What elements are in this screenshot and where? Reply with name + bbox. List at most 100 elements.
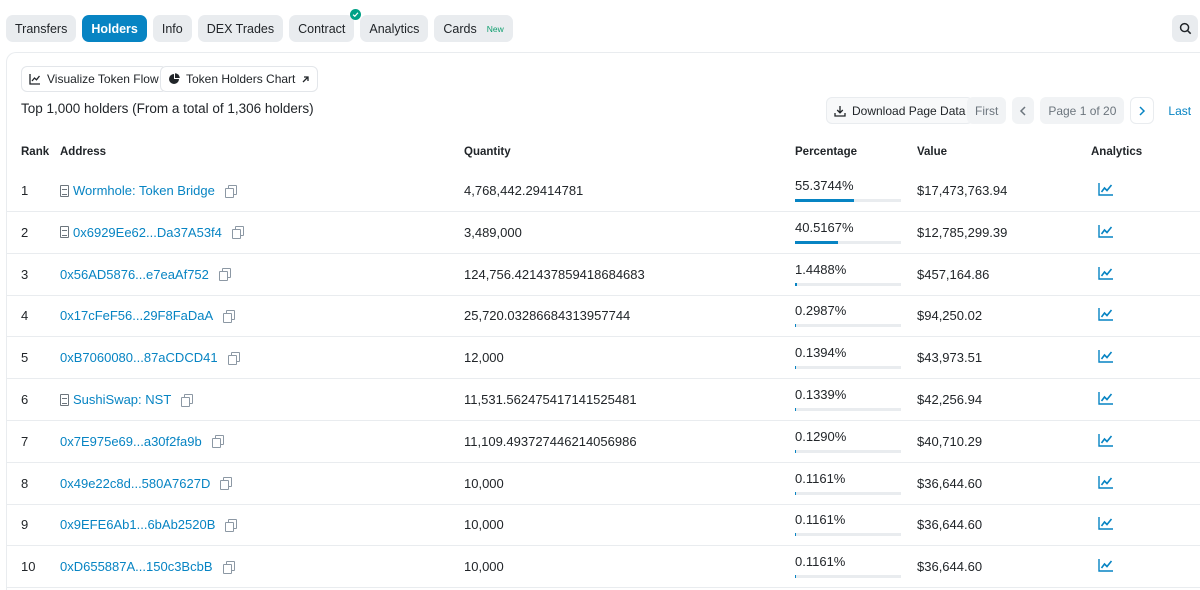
- rank-cell: 3: [21, 266, 29, 282]
- analytics-chart-icon: [1098, 475, 1113, 489]
- tab-transfers[interactable]: Transfers: [6, 15, 77, 42]
- copy-icon[interactable]: [218, 268, 231, 282]
- address-link[interactable]: 0x56AD5876...e7eaAf752: [60, 267, 231, 282]
- column-header-quantity: Quantity: [464, 146, 511, 158]
- column-header-value: Value: [917, 146, 948, 158]
- copy-icon[interactable]: [223, 309, 236, 323]
- address-link[interactable]: 0x49e22c8d...580A7627D: [60, 475, 233, 491]
- address-link[interactable]: SushiSwap: NST: [60, 392, 194, 407]
- tab-label: Info: [161, 21, 183, 36]
- address-text: 0xB7060080...87aCDCD41: [60, 350, 218, 366]
- quantity-cell: 10,000: [464, 559, 504, 575]
- value-cell: $43,973.51: [917, 350, 983, 366]
- address-link[interactable]: 0x6929Ee62...Da37A53f4: [60, 224, 244, 240]
- address-link[interactable]: 0xD655887A...150c3BcbB: [60, 559, 235, 575]
- line-chart-icon: [29, 74, 41, 85]
- tab-analytics[interactable]: Analytics: [360, 15, 429, 42]
- percentage-cell: 0.1161%: [795, 554, 846, 570]
- analytics-button[interactable]: [1098, 516, 1114, 533]
- copy-icon[interactable]: [231, 226, 244, 240]
- address-text: 0xD655887A...150c3BcbB: [60, 559, 213, 575]
- visualize-label: Visualize Token Flow: [47, 72, 159, 86]
- quantity-cell: 3,489,000: [464, 224, 522, 240]
- analytics-button[interactable]: [1098, 433, 1114, 450]
- analytics-chart-icon: [1098, 433, 1113, 447]
- page-indicator: Page 1 of 20: [1040, 97, 1125, 124]
- analytics-button[interactable]: [1098, 224, 1114, 241]
- copy-icon[interactable]: [181, 393, 194, 407]
- address-text: 0x49e22c8d...580A7627D: [60, 475, 211, 491]
- percentage-bar: [795, 449, 901, 453]
- value-cell: $12,785,299.39: [917, 224, 1008, 240]
- prev-page-button[interactable]: [1012, 97, 1035, 124]
- tab-dex-trades[interactable]: DEX Trades: [197, 15, 284, 42]
- percentage-bar: [795, 199, 901, 202]
- copy-icon[interactable]: [211, 435, 224, 449]
- value-cell: $94,250.02: [917, 308, 983, 324]
- address-link[interactable]: Wormhole: Token Bridge: [60, 183, 237, 198]
- value-cell: $17,473,763.94: [917, 183, 1008, 198]
- last-page-button[interactable]: Last: [1160, 97, 1200, 124]
- percentage-cell: 40.5167%: [795, 219, 854, 235]
- rank-cell: 2: [21, 224, 29, 240]
- table-row: 7 0x7E975e69...a30f2fa9b 11,109.4937274462…: [6, 421, 1200, 463]
- column-header-percentage: Percentage: [795, 146, 858, 158]
- first-page-button[interactable]: First: [967, 97, 1007, 124]
- copy-icon[interactable]: [225, 518, 238, 532]
- tab-contract[interactable]: Contract: [289, 9, 362, 42]
- value-cell: $42,256.94: [917, 392, 983, 407]
- percentage-cell: 0.1161%: [795, 512, 846, 528]
- analytics-button[interactable]: [1098, 182, 1114, 199]
- analytics-button[interactable]: [1098, 307, 1114, 324]
- search-button[interactable]: [1172, 15, 1198, 42]
- copy-icon[interactable]: [222, 560, 235, 574]
- token-holders-chart-button[interactable]: Token Holders Chart: [160, 66, 319, 92]
- address-text: 0x6929Ee62...Da37A53f4: [73, 224, 222, 240]
- next-page-button[interactable]: [1130, 97, 1155, 124]
- analytics-chart-icon: [1098, 559, 1113, 572]
- copy-icon[interactable]: [220, 477, 233, 491]
- rank-cell: 9: [21, 517, 29, 533]
- address-link[interactable]: 0x7E975e69...a30f2fa9b: [60, 434, 224, 449]
- tab-label: Contract: [298, 21, 346, 36]
- analytics-chart-icon: [1098, 183, 1113, 196]
- quantity-cell: 12,000: [464, 350, 504, 366]
- copy-icon[interactable]: [227, 351, 240, 365]
- analytics-button[interactable]: [1098, 349, 1114, 366]
- pagination: First Page 1 of 20 Last: [967, 97, 1200, 124]
- rank-cell: 5: [21, 350, 29, 366]
- address-link[interactable]: 0x9EFE6Ab1...6bAb2520B: [60, 517, 238, 533]
- analytics-button[interactable]: [1098, 475, 1114, 492]
- tab-nav: Transfers Holders Info DEX Trades Contra…: [6, 9, 513, 42]
- value-cell: $36,644.60: [917, 559, 983, 575]
- address-text: 0x9EFE6Ab1...6bAb2520B: [60, 517, 216, 533]
- analytics-chart-icon: [1098, 224, 1113, 238]
- quantity-cell: 124,756.421437859418684683: [464, 266, 645, 282]
- value-cell: $36,644.60: [917, 475, 983, 491]
- value-cell: $40,710.29: [917, 433, 983, 449]
- tab-cards[interactable]: Cards New: [434, 15, 513, 42]
- percentage-bar-fill: [795, 199, 854, 202]
- tab-info[interactable]: Info: [152, 15, 192, 42]
- tab-holders[interactable]: Holders: [82, 15, 147, 42]
- analytics-button[interactable]: [1098, 391, 1114, 408]
- visualize-token-flow-button[interactable]: Visualize Token Flow: [21, 66, 167, 92]
- contract-file-icon: [60, 393, 69, 406]
- percentage-cell: 0.1394%: [795, 345, 847, 361]
- value-cell: $457,164.86: [917, 266, 990, 282]
- table-row: 2 0x6929Ee62...Da37A53f4 3,489,000 40.5167%…: [6, 212, 1200, 254]
- address-link[interactable]: 0x17cFeF56...29F8FaDaA: [60, 308, 236, 323]
- download-page-data-button[interactable]: Download Page Data: [826, 97, 974, 124]
- column-header-rank: Rank: [21, 146, 50, 158]
- tab-label: Transfers: [15, 21, 68, 36]
- percentage-bar: [795, 324, 901, 328]
- percentage-cell: 0.1339%: [795, 387, 847, 402]
- address-link[interactable]: 0xB7060080...87aCDCD41: [60, 350, 240, 366]
- analytics-button[interactable]: [1098, 558, 1114, 575]
- copy-icon[interactable]: [224, 184, 237, 198]
- search-icon: [1179, 22, 1191, 35]
- chevron-right-icon: [1139, 105, 1146, 116]
- analytics-chart-icon: [1098, 517, 1113, 531]
- analytics-button[interactable]: [1098, 266, 1114, 283]
- quantity-cell: 25,720.03286684313957744: [464, 308, 631, 324]
